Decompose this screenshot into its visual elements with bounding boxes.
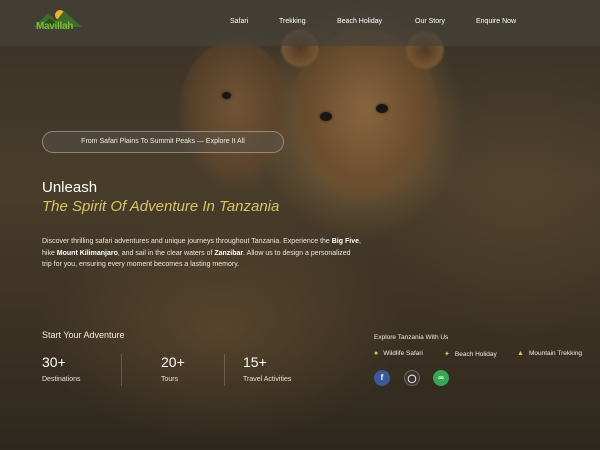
nav-link-trekking[interactable]: Trekking [279,18,306,25]
stat-activities-label: Travel Activities [243,376,292,383]
stat-divider [121,354,122,386]
tag-mountain-trekking: ▲ Mountain Trekking [517,350,582,357]
stat-activities-value: 15+ [243,354,267,370]
hero-description: Discover thrilling safari adventures and… [42,236,362,271]
stats-heading: Start Your Adventure [42,330,125,340]
nav-link-enquire-now[interactable]: Enquire Now [476,18,516,25]
tag-label: Wildlife Safari [383,350,423,357]
desc-highlight-kilimanjaro: Mount Kilimanjaro [56,249,118,257]
mountain-icon: ▲ [517,350,524,357]
top-navbar: Mavillah Safari Trekking Beach Holiday O… [0,0,600,46]
tag-beach-holiday: ✦ Beach Holiday [444,350,497,358]
hero-tagline-badge: From Safari Plains To Summit Peaks — Exp… [42,131,284,153]
nav-link-beach-holiday[interactable]: Beach Holiday [337,18,382,25]
hero-overlay [0,0,600,450]
explore-title: Explore Tanzania With Us [374,334,449,341]
stat-tours-value: 20+ [161,354,185,370]
tripadvisor-icon[interactable]: ∞ [433,370,449,386]
tag-label: Mountain Trekking [528,350,583,357]
instagram-icon[interactable]: ◯ [404,370,420,386]
hero-title: Unleash [42,179,98,196]
nav-link-safari[interactable]: Safari [230,18,248,25]
desc-text: Discover thrilling safari adventures and… [42,238,332,245]
nav-link-our-story[interactable]: Our Story [415,18,445,25]
pin-icon: ● [374,350,379,357]
stat-destinations-value: 30+ [42,354,66,370]
hero-subtitle: The Spirit Of Adventure In Tanzania [42,198,280,215]
tag-label: Beach Holiday [454,351,497,358]
stat-divider [224,354,225,386]
palm-icon: ✦ [444,351,450,358]
stat-tours-label: Tours [161,376,179,383]
tag-wildlife-safari: ● Wildlife Safari [374,350,423,357]
logo-text: Mavillah [36,21,74,32]
desc-highlight-zanzibar: Zanzibar [214,249,244,257]
desc-text: , and sail in the clear waters of [117,249,215,257]
stat-destinations-label: Destinations [42,376,81,383]
facebook-icon[interactable]: f [374,370,390,386]
desc-highlight-big-five: Big Five [331,238,360,245]
